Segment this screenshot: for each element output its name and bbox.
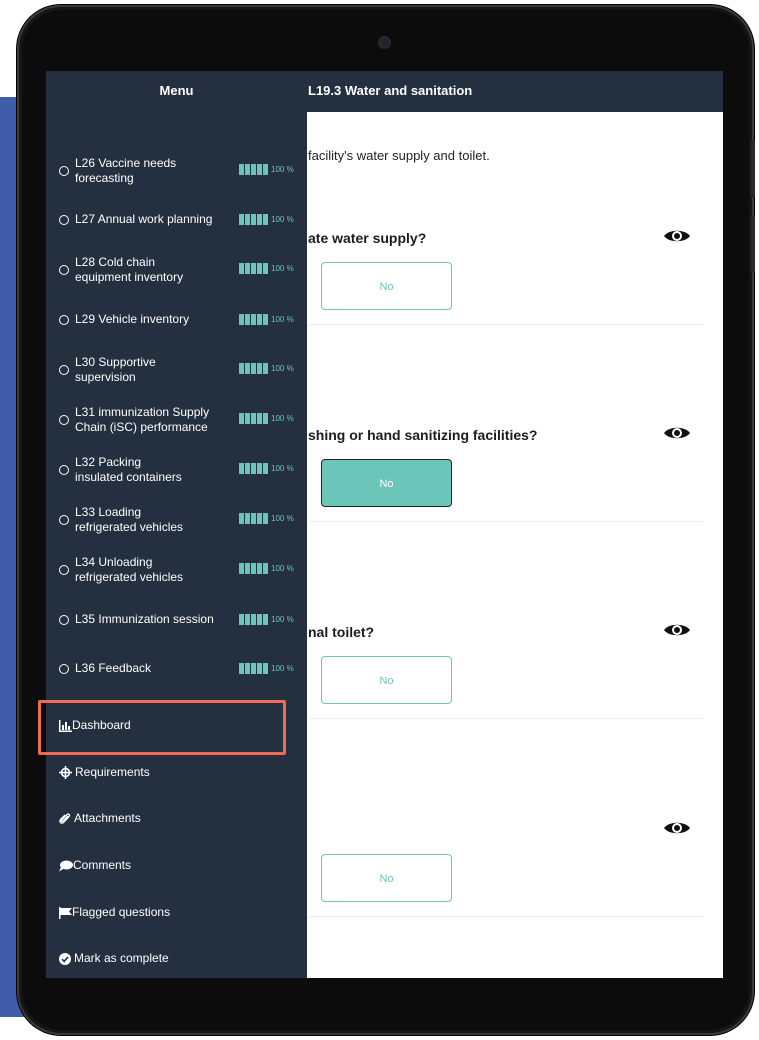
eye-icon[interactable]: [663, 228, 691, 244]
menu-item-l35[interactable]: L35 Immunization session 100 %: [59, 612, 304, 630]
menu-item-label: L34 Unloading refrigerated vehicles: [75, 555, 184, 584]
menu-item-l34[interactable]: L34 Unloading refrigerated vehicles 100 …: [59, 555, 304, 587]
progress-bar: [239, 164, 268, 175]
highlight-box: [38, 700, 286, 755]
crosshair-icon: [59, 766, 72, 780]
progress-percent: 100 %: [271, 165, 294, 174]
question-text: shing or hand sanitizing facilities?: [308, 427, 538, 443]
menu-title: Menu: [159, 83, 194, 98]
circle-icon: [59, 664, 69, 674]
no-button-selected[interactable]: No: [321, 459, 452, 507]
circle-icon: [59, 365, 69, 375]
menu-item-label: L35 Immunization session: [75, 612, 214, 626]
circle-icon: [59, 465, 69, 475]
speech-bubble-icon: [59, 860, 73, 872]
menu-item-label: L32 Packing insulated containers: [75, 455, 182, 484]
comments-button[interactable]: Comments: [59, 856, 131, 874]
progress-bar: [239, 663, 268, 674]
side-button: [751, 140, 755, 198]
progress-percent: 100 %: [271, 364, 294, 373]
side-button: [751, 215, 755, 273]
page-title: L19.3 Water and sanitation: [308, 83, 473, 98]
mark-complete-button[interactable]: Mark as complete: [59, 949, 169, 967]
progress-bar: [239, 413, 268, 424]
divider: [308, 521, 703, 522]
progress-bar: [239, 563, 268, 574]
circle-icon: [59, 615, 69, 625]
progress-percent: 100 %: [271, 664, 294, 673]
menu-item-l33[interactable]: L33 Loading refrigerated vehicles 100 %: [59, 505, 304, 537]
circle-icon: [59, 166, 69, 176]
requirements-label: Requirements: [75, 765, 150, 779]
flagged-questions-button[interactable]: Flagged questions: [59, 903, 170, 921]
progress-percent: 100 %: [271, 615, 294, 624]
question-text: nal toilet?: [308, 624, 375, 640]
no-button[interactable]: No: [321, 656, 452, 704]
question-text: ate water supply?: [308, 230, 427, 246]
progress-bar: [239, 363, 268, 374]
paperclip-icon: [59, 813, 71, 825]
circle-icon: [59, 315, 69, 325]
progress-percent: 100 %: [271, 464, 294, 473]
menu-item-label: L36 Feedback: [75, 661, 152, 675]
progress-bar: [239, 263, 268, 274]
app-screen: L19.3 Water and sanitation facility's wa…: [46, 71, 723, 978]
eye-icon[interactable]: [663, 820, 691, 836]
menu-item-label: L30 Supportive supervision: [75, 355, 156, 384]
progress-percent: 100 %: [271, 514, 294, 523]
progress-percent: 100 %: [271, 564, 294, 573]
menu-item-l28[interactable]: L28 Cold chain equipment inventory 100 %: [59, 255, 304, 287]
progress-percent: 100 %: [271, 215, 294, 224]
menu-item-label: L29 Vehicle inventory: [75, 312, 190, 326]
progress-bar: [239, 513, 268, 524]
circle-icon: [59, 265, 69, 275]
attachments-label: Attachments: [74, 811, 141, 825]
menu-item-l27[interactable]: L27 Annual work planning 100 %: [59, 212, 304, 230]
circle-icon: [59, 565, 69, 575]
menu-item-label: L28 Cold chain equipment inventory: [75, 255, 184, 284]
camera-icon: [380, 38, 389, 47]
menu-item-label: L33 Loading refrigerated vehicles: [75, 505, 184, 534]
progress-bar: [239, 314, 268, 325]
check-circle-icon: [59, 952, 71, 965]
progress-bar: [239, 614, 268, 625]
menu-item-l30[interactable]: L30 Supportive supervision 100 %: [59, 355, 304, 387]
divider: [308, 718, 703, 719]
progress-percent: 100 %: [271, 315, 294, 324]
progress-bar: [239, 463, 268, 474]
eye-icon[interactable]: [663, 425, 691, 441]
divider: [308, 324, 703, 325]
comments-label: Comments: [73, 858, 132, 872]
menu-item-l31[interactable]: L31 immunization Supply Chain (iSC) perf…: [59, 405, 304, 437]
menu-item-label: L31 immunization Supply Chain (iSC) perf…: [75, 405, 210, 434]
progress-percent: 100 %: [271, 264, 294, 273]
menu-item-l26[interactable]: L26 Vaccine needs forecasting 100 %: [59, 156, 304, 188]
progress-percent: 100 %: [271, 414, 294, 423]
menu-item-l29[interactable]: L29 Vehicle inventory 100 %: [59, 312, 304, 330]
side-menu: Menu L26 Vaccine needs forecasting 100 %…: [46, 71, 307, 978]
no-button[interactable]: No: [321, 262, 452, 310]
circle-icon: [59, 415, 69, 425]
attachments-button[interactable]: Attachments: [59, 809, 141, 827]
flag-icon: [59, 906, 72, 919]
mark-complete-label: Mark as complete: [74, 951, 169, 965]
intro-text: facility's water supply and toilet.: [308, 148, 490, 163]
menu-item-l32[interactable]: L32 Packing insulated containers 100 %: [59, 455, 304, 487]
requirements-button[interactable]: Requirements: [59, 763, 150, 781]
menu-item-label: L26 Vaccine needs forecasting: [75, 156, 177, 185]
divider: [308, 916, 703, 917]
flagged-questions-label: Flagged questions: [72, 905, 171, 919]
menu-item-l36[interactable]: L36 Feedback 100 %: [59, 661, 304, 679]
circle-icon: [59, 215, 69, 225]
no-button[interactable]: No: [321, 854, 452, 902]
circle-icon: [59, 515, 69, 525]
eye-icon[interactable]: [663, 622, 691, 638]
progress-bar: [239, 214, 268, 225]
menu-item-label: L27 Annual work planning: [75, 212, 213, 226]
